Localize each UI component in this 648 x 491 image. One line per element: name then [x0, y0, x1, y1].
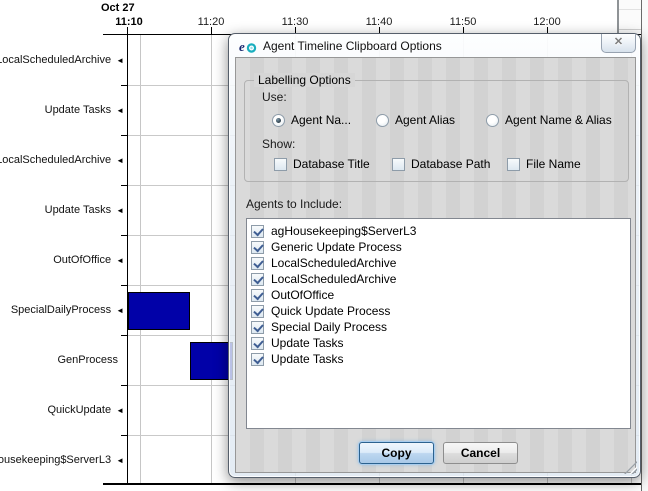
chart-date-label: Oct 27	[101, 2, 135, 14]
timeline-bar-special-daily-process[interactable]	[128, 292, 190, 330]
row-marker-icon: ◄	[116, 256, 124, 265]
list-item[interactable]: Generic Update Process	[247, 239, 630, 255]
gridline	[211, 34, 212, 484]
row-tick	[121, 335, 127, 336]
radio-agent-name-and-alias[interactable]: Agent Name & Alias	[486, 113, 612, 127]
group-title: Labelling Options	[254, 73, 355, 87]
row-marker-icon: ◄	[116, 56, 124, 65]
list-item[interactable]: agHousekeeping$ServerL3	[247, 223, 630, 239]
checkbox-checked-icon[interactable]	[251, 257, 264, 270]
use-label: Use:	[262, 90, 287, 104]
left-axis-line	[127, 34, 128, 484]
checkbox-checked-icon[interactable]	[251, 225, 264, 238]
checkbox-file-name[interactable]: File Name	[507, 157, 581, 171]
row-tick	[121, 135, 127, 136]
row-label: Update Tasks◄	[45, 103, 124, 117]
copy-button[interactable]: Copy	[359, 442, 434, 464]
checkbox-checked-icon[interactable]	[251, 241, 264, 254]
row-label: OutOfOffice◄	[53, 253, 124, 267]
row-label: LocalScheduledArchive◄	[0, 53, 124, 67]
bottom-axis-line	[103, 483, 648, 485]
checkbox-icon	[392, 158, 405, 171]
dialog-title: Agent Timeline Clipboard Options	[263, 39, 442, 53]
agent-timeline-clipboard-options-dialog: e Agent Timeline Clipboard Options ✕ Lab…	[228, 33, 641, 478]
row-label: agHousekeeping$ServerL3◄	[0, 453, 124, 467]
agents-list[interactable]: agHousekeeping$ServerL3 Generic Update P…	[246, 218, 631, 429]
radio-agent-name[interactable]: Agent Na...	[272, 113, 351, 127]
checkbox-checked-icon[interactable]	[251, 353, 264, 366]
list-item[interactable]: LocalScheduledArchive	[247, 255, 630, 271]
window-right-edge	[641, 0, 648, 491]
vertical-scrollbar[interactable]	[617, 0, 641, 33]
list-item[interactable]: Quick Update Process	[247, 303, 630, 319]
svg-text:e: e	[239, 39, 245, 54]
checkbox-icon	[274, 158, 287, 171]
dialog-title-bar[interactable]: e Agent Timeline Clipboard Options ✕	[229, 34, 640, 57]
checkbox-icon	[507, 158, 520, 171]
radio-agent-alias[interactable]: Agent Alias	[376, 113, 455, 127]
cancel-button[interactable]: Cancel	[443, 442, 518, 464]
timeline-bar-gen-process[interactable]	[190, 342, 233, 380]
row-marker-icon: ◄	[116, 156, 124, 165]
radio-selected-icon	[272, 114, 285, 127]
row-label: Update Tasks◄	[45, 203, 124, 217]
row-marker-icon: ◄	[116, 206, 124, 215]
row-label: SpecialDailyProcess◄	[11, 303, 124, 317]
row-marker-icon: ◄	[116, 106, 124, 115]
row-tick	[121, 85, 127, 86]
checkbox-database-path[interactable]: Database Path	[392, 157, 490, 171]
list-item[interactable]: Special Daily Process	[247, 319, 630, 335]
row-marker-icon: ◄	[116, 456, 124, 465]
checkbox-checked-icon[interactable]	[251, 273, 264, 286]
row-marker-icon: ◄	[116, 406, 124, 415]
gridline	[140, 34, 141, 484]
row-tick	[121, 435, 127, 436]
close-icon[interactable]: ✕	[601, 34, 636, 53]
row-label: LocalScheduledArchive◄	[0, 153, 124, 167]
radio-icon	[486, 114, 499, 127]
agents-to-include-label: Agents to Include:	[246, 197, 342, 211]
list-item[interactable]: Update Tasks	[247, 351, 630, 367]
row-tick	[121, 385, 127, 386]
time-tick-label: 11:10	[115, 16, 143, 28]
list-item[interactable]: OutOfOffice	[247, 287, 630, 303]
show-label: Show:	[262, 137, 295, 151]
checkbox-database-title[interactable]: Database Title	[274, 157, 370, 171]
radio-icon	[376, 114, 389, 127]
checkbox-checked-icon[interactable]	[251, 321, 264, 334]
app-icon: e	[239, 39, 257, 54]
list-item[interactable]: Update Tasks	[247, 335, 630, 351]
checkbox-checked-icon[interactable]	[251, 305, 264, 318]
row-label: GenProcess	[57, 353, 118, 367]
row-marker-icon: ◄	[116, 306, 124, 315]
row-tick	[121, 185, 127, 186]
checkbox-checked-icon[interactable]	[251, 337, 264, 350]
dialog-body: Labelling Options Use: Agent Na... Agent…	[235, 57, 636, 473]
list-item[interactable]: LocalScheduledArchive	[247, 271, 630, 287]
row-tick	[121, 235, 127, 236]
row-tick	[121, 285, 127, 286]
checkbox-checked-icon[interactable]	[251, 289, 264, 302]
labelling-options-group: Labelling Options Use: Agent Na... Agent…	[244, 80, 629, 182]
row-label: QuickUpdate◄	[47, 403, 124, 417]
